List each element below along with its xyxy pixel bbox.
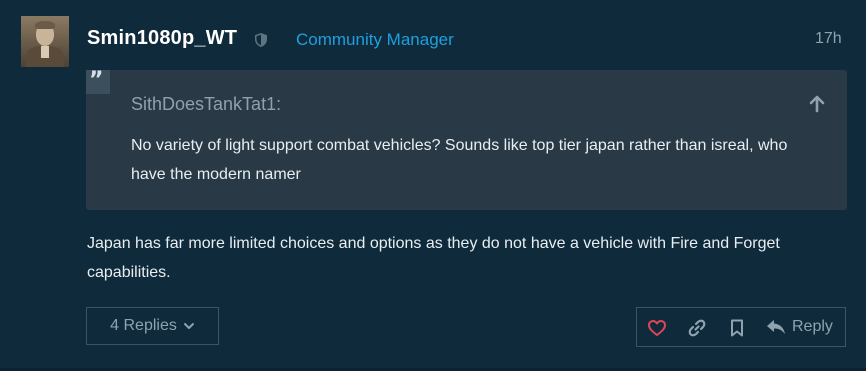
reply-button[interactable]: Reply bbox=[766, 316, 833, 338]
link-icon[interactable] bbox=[687, 318, 707, 338]
reply-arrow-icon bbox=[767, 320, 785, 334]
forum-post: Smin1080p_WT Community Manager 17h ” Sit… bbox=[0, 0, 866, 371]
arrow-up-icon[interactable] bbox=[808, 95, 826, 113]
shield-icon bbox=[255, 33, 267, 47]
user-title[interactable]: Community Manager bbox=[296, 30, 454, 50]
quote-icon: ” bbox=[86, 68, 110, 94]
replies-label: 4 Replies bbox=[110, 317, 177, 334]
post-actions: Reply bbox=[636, 307, 846, 347]
quote-text: No variety of light support combat vehic… bbox=[131, 137, 788, 183]
reply-label: Reply bbox=[792, 318, 833, 335]
chevron-down-icon bbox=[183, 323, 194, 329]
username[interactable]: Smin1080p_WT bbox=[87, 27, 237, 50]
post-time[interactable]: 17h bbox=[815, 30, 842, 48]
quote-author[interactable]: SithDoesTankTat1: bbox=[131, 94, 281, 115]
post-body: Japan has far more limited choices and o… bbox=[87, 235, 780, 281]
bookmark-icon[interactable] bbox=[727, 318, 747, 338]
avatar-hair bbox=[35, 21, 55, 29]
avatar[interactable] bbox=[21, 16, 69, 67]
replies-toggle-button[interactable]: 4 Replies bbox=[86, 307, 219, 345]
heart-icon[interactable] bbox=[647, 318, 667, 338]
avatar-collar bbox=[41, 46, 49, 58]
